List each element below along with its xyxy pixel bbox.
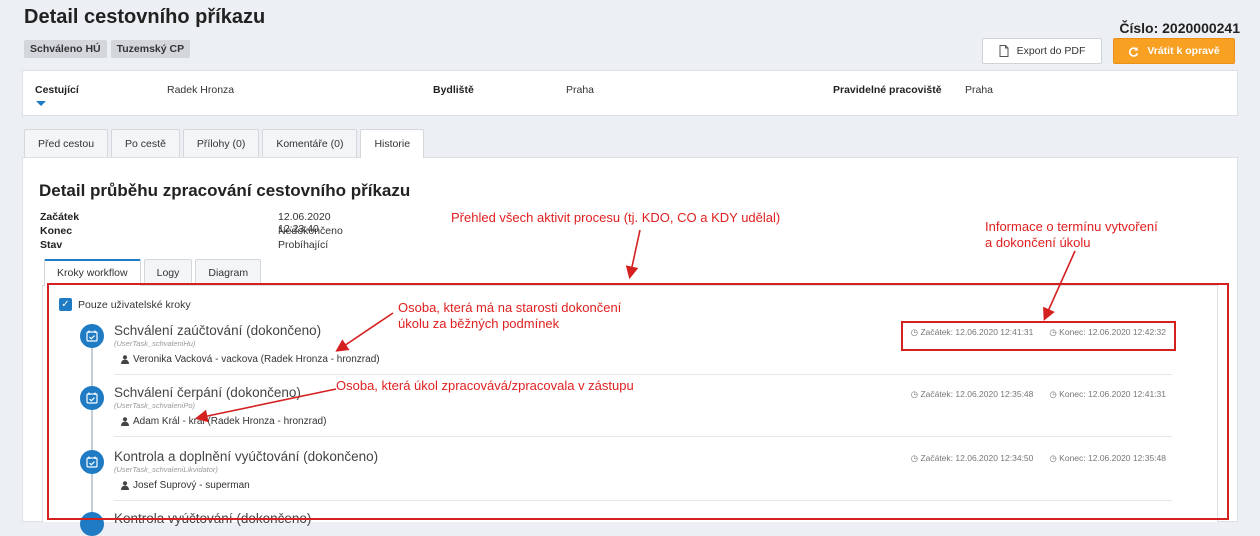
annotation-deputy: Osoba, která úkol zpracovává/zpracovala … [336,378,634,393]
annotation-owner: Osoba, která má na starosti dokončení úko… [398,300,622,331]
state-label: Stav [40,239,63,251]
export-pdf-label: Export do PDF [1016,45,1086,57]
expand-caret-icon[interactable] [36,101,46,106]
traveler-label: Cestující [35,84,79,96]
return-for-correction-button[interactable]: Vrátit k opravě [1113,38,1235,64]
tab-history[interactable]: Historie [360,129,425,158]
tab-attachments[interactable]: Přílohy (0) [182,129,260,157]
export-pdf-button[interactable]: Export do PDF [982,38,1102,64]
residence-value: Praha [566,84,595,96]
start-label: Začátek [40,211,80,223]
tab-after-trip[interactable]: Po cestě [111,129,180,157]
meta-start: Začátek 12.06.2020 12:23:40 [40,211,331,235]
annotation-box-dates [901,321,1176,351]
state-value: Probíhající [278,239,329,251]
tab-workflow-steps[interactable]: Kroky workflow [44,259,141,286]
traveler-info-bar: Cestující Radek Hronza Bydliště Praha Pr… [22,70,1238,116]
annotation-box-steps [47,283,1229,520]
refresh-icon [1129,46,1139,57]
annotation-overview: Přehled všech aktivit procesu (tj. KDO, … [451,210,781,225]
status-badges: Schváleno HÚ Tuzemský CP [24,40,191,58]
end-label: Konec [40,225,73,237]
workplace-label: Pravidelné pracoviště [833,84,942,96]
sub-tabs: Kroky workflow Logy Diagram [44,259,262,286]
file-pdf-icon [999,45,1009,57]
section-title: Detail průběhu zpracování cestovního pří… [39,181,411,200]
meta-state: Stav Probíhající [40,239,328,251]
end-value: Nedokončeno [278,225,343,237]
status-badge-approved: Schváleno HÚ [24,40,107,58]
meta-end: Konec Nedokončeno [40,225,343,237]
tab-diagram[interactable]: Diagram [195,259,262,285]
tab-before-trip[interactable]: Před cestou [24,129,109,157]
tab-logs[interactable]: Logy [143,259,193,285]
main-tabs: Před cestou Po cestě Přílohy (0) Komentá… [24,129,425,158]
order-number: Číslo: 2020000241 [1119,20,1240,36]
page-title: Detail cestovního příkazu [24,6,266,28]
return-for-correction-label: Vrátit k opravě [1147,45,1220,57]
workplace-value: Praha [965,84,994,96]
status-badge-type: Tuzemský CP [110,40,191,58]
traveler-value: Radek Hronza [167,84,235,96]
annotation-dates: Informace o termínu vytvoření a dokončení… [985,219,1158,250]
residence-label: Bydliště [433,84,474,96]
tab-comments[interactable]: Komentáře (0) [262,129,358,157]
